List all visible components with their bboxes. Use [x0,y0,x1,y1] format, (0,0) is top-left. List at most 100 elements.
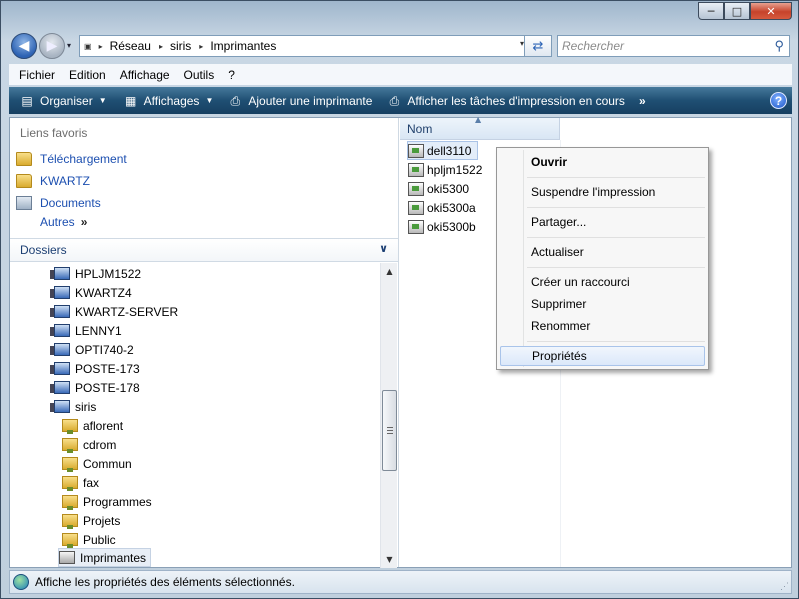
tree-item-label: Imprimantes [80,550,147,565]
context-pause-printing[interactable]: Suspendre l'impression [500,182,705,202]
tree-item[interactable]: Public [62,530,116,549]
folders-header[interactable]: Dossiers ∨ [10,238,398,262]
address-bar[interactable]: ▣ ▸ Réseau ▸ siris ▸ Imprimantes ▾ [79,35,529,57]
tree-item[interactable]: Commun [62,454,132,473]
tree-item[interactable]: POSTE-178 [50,378,140,397]
context-rename[interactable]: Renommer [500,316,705,336]
favorites-title: Liens favoris [20,126,88,140]
minimize-button[interactable]: ─ [698,2,724,20]
add-printer-icon: ⎙ [230,93,241,108]
network-status-icon [13,574,29,590]
shared-folder-icon [62,495,78,510]
favorite-link[interactable]: Documents [16,193,101,213]
computer-icon [50,400,70,413]
context-delete[interactable]: Supprimer [500,294,705,314]
folders-title: Dossiers [20,243,67,257]
tree-item[interactable]: aflorent [62,416,123,435]
search-placeholder: Rechercher [562,39,625,53]
add-printer-button[interactable]: ⎙ Ajouter une imprimante [227,93,373,109]
crumb-separator[interactable]: ▸ [199,42,203,51]
context-refresh[interactable]: Actualiser [500,242,705,262]
favorite-label: KWARTZ [40,174,90,188]
refresh-button[interactable]: ⇄ [524,35,552,57]
printer-icon [408,219,424,234]
tree-item[interactable]: Programmes [62,492,152,511]
file-item-label: dell3110 [427,143,472,158]
close-button[interactable]: ✕ [750,2,792,20]
shared-folder-icon [62,419,78,434]
double-chevron-icon: » [80,215,88,229]
tree-item-selected[interactable]: Imprimantes [58,548,152,567]
file-item[interactable]: hpljm1522 [408,160,482,179]
folder-icon [16,174,32,188]
crumb-separator[interactable]: ▸ [99,42,103,51]
print-queue-button[interactable]: ⎙ Afficher les tâches d'impression en co… [386,93,625,109]
tree-item[interactable]: KWARTZ4 [50,283,132,302]
others-label: Autres [40,215,75,229]
more-commands-icon[interactable]: » [639,94,646,108]
views-button[interactable]: ▦ Affichages ▼ [123,93,213,109]
crumb-separator[interactable]: ▸ [159,42,163,51]
favorite-label: Téléchargement [40,152,127,166]
breadcrumb-printers[interactable]: Imprimantes [210,39,276,53]
file-item-label: hpljm1522 [427,162,483,177]
search-input[interactable]: Rechercher ⚲ [557,35,790,57]
help-icon[interactable]: ? [770,92,787,109]
file-item-selected[interactable]: dell3110 [407,141,479,160]
tree-item[interactable]: LENNY1 [50,321,122,340]
resize-grip-icon[interactable]: ⋰ [780,581,789,592]
tree-item-label: Projets [83,513,121,528]
scroll-up-icon[interactable]: ▲ [381,263,398,280]
tree-item[interactable]: OPTI740-2 [50,340,134,359]
chevron-down-icon[interactable]: ∨ [379,242,388,255]
menu-fichier[interactable]: Fichier [9,68,62,82]
favorite-link[interactable]: KWARTZ [16,171,90,191]
column-header-name[interactable]: ▲ Nom [400,115,560,140]
breadcrumb-siris[interactable]: siris [170,39,191,53]
file-item[interactable]: oki5300a [408,198,476,217]
context-share[interactable]: Partager... [500,212,705,232]
folder-tree: HPLJM1522 KWARTZ4 KWARTZ-SERVER LENNY1 O… [10,263,380,568]
shared-folder-icon [62,438,78,453]
tree-item[interactable]: POSTE-173 [50,359,140,378]
history-dropdown-icon[interactable]: ▾ [67,41,71,50]
organize-button[interactable]: ▤ Organiser ▼ [19,93,106,109]
computer-icon [50,286,70,299]
computer-icon [50,267,70,280]
context-create-shortcut[interactable]: Créer un raccourci [500,272,705,292]
tree-item[interactable]: KWARTZ-SERVER [50,302,178,321]
menu-outils[interactable]: Outils [177,68,222,82]
menu-help[interactable]: ? [221,68,242,82]
file-item[interactable]: oki5300 [408,179,469,198]
favorite-label: Documents [40,196,101,210]
context-properties[interactable]: Propriétés [500,346,705,366]
context-open[interactable]: Ouvrir [500,152,705,172]
scroll-down-icon[interactable]: ▼ [381,551,398,568]
forward-button[interactable]: ▶ [39,33,65,59]
context-menu: Ouvrir Suspendre l'impression Partager..… [496,147,709,370]
tree-item[interactable]: fax [62,473,99,492]
grip-icon [387,427,393,434]
search-icon[interactable]: ⚲ [774,38,784,54]
scroll-thumb[interactable] [382,390,397,471]
tree-item-label: Commun [83,456,132,471]
tree-item-label: KWARTZ4 [75,285,132,300]
menu-affichage[interactable]: Affichage [113,68,177,82]
tree-item[interactable]: siris [50,397,96,416]
menu-edition[interactable]: Edition [62,68,113,82]
tree-item[interactable]: HPLJM1522 [50,264,141,283]
tree-item-label: POSTE-173 [75,361,140,376]
tree-item[interactable]: cdrom [62,435,116,454]
folder-icon [16,152,32,166]
tree-scrollbar[interactable]: ▲ ▼ [380,263,397,568]
tree-item[interactable]: Projets [62,511,120,530]
more-favorites-link[interactable]: Autres » [40,215,87,229]
breadcrumb-network[interactable]: Réseau [110,39,151,53]
file-item[interactable]: oki5300b [408,217,476,236]
menu-bar: Fichier Edition Affichage Outils ? [9,64,792,85]
maximize-button[interactable]: □ [724,2,750,20]
back-button[interactable]: ◀ [11,33,37,59]
favorite-link[interactable]: Téléchargement [16,149,127,169]
printer-icon [59,551,75,564]
shared-folder-icon [62,476,78,491]
